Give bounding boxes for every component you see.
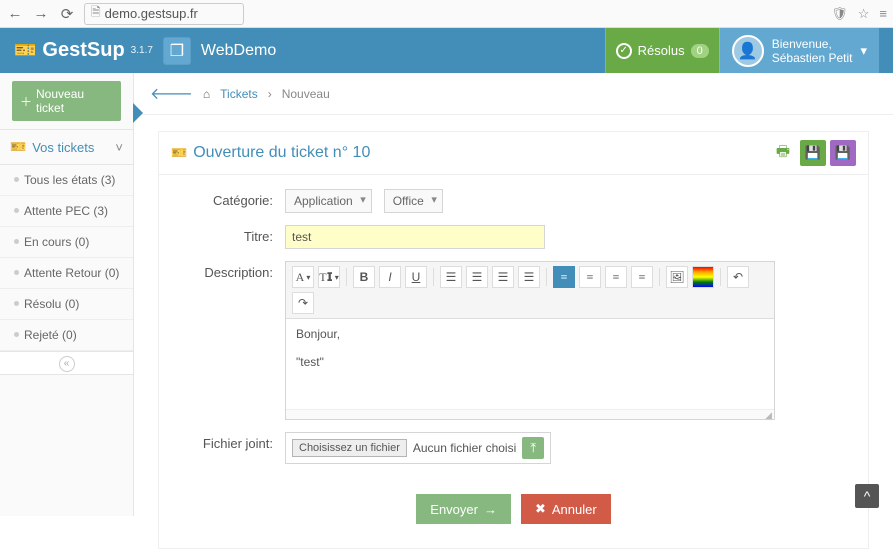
breadcrumb-current: Nouveau xyxy=(282,87,330,101)
navbar: 🎫 GestSup 3.1.7 ❒ WebDemo ✓ Résolus 0 👤 … xyxy=(0,28,893,73)
resolved-button[interactable]: ✓ Résolus 0 xyxy=(605,28,719,73)
app-name: GestSup xyxy=(42,39,124,62)
avatar: 👤 xyxy=(732,35,764,67)
welcome-text: Bienvenue, xyxy=(772,37,853,51)
outdent-button[interactable]: ☰ xyxy=(492,266,514,288)
menu-icon[interactable]: ≡ xyxy=(879,6,887,22)
align-left-button[interactable]: ≡ xyxy=(553,266,575,288)
breadcrumb-sep: › xyxy=(268,87,272,101)
bold-button[interactable]: B xyxy=(353,266,375,288)
breadcrumb: 🡐 ⌂ Tickets › Nouveau xyxy=(134,73,893,115)
back-arrow-icon[interactable]: 🡐 xyxy=(150,83,193,104)
ticket-panel: 🎫 Ouverture du ticket n° 10 🖶 💾 💾 Catégo… xyxy=(158,131,869,549)
color-button[interactable] xyxy=(692,266,714,288)
sidebar-item[interactable]: Attente Retour (0) xyxy=(0,258,133,289)
editor-line: Bonjour, xyxy=(296,327,764,341)
shield-icon[interactable]: 🛡 xyxy=(831,6,848,22)
scroll-top-button[interactable]: ^ xyxy=(855,484,879,508)
underline-button[interactable]: U xyxy=(405,266,427,288)
save-alt-button[interactable]: 💾 xyxy=(830,140,856,166)
description-label: Description: xyxy=(181,261,273,280)
align-justify-button[interactable]: ≡ xyxy=(631,266,653,288)
breadcrumb-tickets[interactable]: Tickets xyxy=(220,87,258,101)
align-center-button[interactable]: ≡ xyxy=(579,266,601,288)
chevron-down-icon: ▾ xyxy=(860,43,867,59)
chevron-down-icon: ˅ xyxy=(115,140,123,155)
resolved-label: Résolus xyxy=(638,43,685,58)
ticket-icon: 🎫 xyxy=(14,40,36,61)
reload-icon[interactable]: ⟳ xyxy=(58,5,76,23)
close-icon: ✖ xyxy=(535,501,546,517)
file-label: Fichier joint: xyxy=(181,432,273,451)
panel-title: Ouverture du ticket n° 10 xyxy=(193,144,370,162)
sidebar-item[interactable]: En cours (0) xyxy=(0,227,133,258)
check-circle-icon: ✓ xyxy=(616,43,632,59)
sidebar-item[interactable]: Attente PEC (3) xyxy=(0,196,133,227)
list-number-button[interactable]: ☰ xyxy=(466,266,488,288)
cube-icon[interactable]: ❒ xyxy=(163,37,191,65)
sidebar: ＋ Nouveau ticket 🎫 Vos tickets ˅ Tous le… xyxy=(0,73,134,516)
browser-chrome: ← → ⟳ 🗎 demo.gestsup.fr 🛡 ☆ ≡ xyxy=(0,0,893,28)
choose-file-button[interactable]: Choisissez un fichier xyxy=(292,439,407,457)
new-ticket-button[interactable]: ＋ Nouveau ticket xyxy=(12,81,121,121)
your-tickets-label: Vos tickets xyxy=(32,140,94,155)
demo-label: WebDemo xyxy=(201,42,276,60)
sidebar-your-tickets[interactable]: 🎫 Vos tickets ˅ xyxy=(0,129,133,165)
sidebar-active-arrow xyxy=(133,103,143,123)
resolved-count: 0 xyxy=(691,44,709,58)
rich-editor: A T𝗜 B I U ☰ ☰ ☰ ☰ ≡ xyxy=(285,261,775,420)
brand[interactable]: 🎫 GestSup 3.1.7 xyxy=(14,39,153,62)
sidebar-item[interactable]: Résolu (0) xyxy=(0,289,133,320)
ticket-icon: 🎫 xyxy=(10,139,26,155)
font-size-button[interactable]: T𝗜 xyxy=(318,266,340,288)
save-button[interactable]: 💾 xyxy=(800,140,826,166)
title-label: Titre: xyxy=(181,225,273,244)
title-input[interactable] xyxy=(285,225,545,249)
forward-icon[interactable]: → xyxy=(32,5,50,22)
redo-button[interactable]: ↷ xyxy=(292,292,314,314)
indent-button[interactable]: ☰ xyxy=(518,266,540,288)
font-family-button[interactable]: A xyxy=(292,266,314,288)
url-text: demo.gestsup.fr xyxy=(105,6,198,21)
new-ticket-label: Nouveau ticket xyxy=(36,87,113,115)
no-file-text: Aucun fichier choisi xyxy=(413,441,516,455)
page-icon: 🗎 xyxy=(91,3,101,24)
image-button[interactable]: 🖼 xyxy=(666,266,688,288)
plus-icon: ＋ xyxy=(20,93,32,110)
back-icon[interactable]: ← xyxy=(6,5,24,22)
resize-handle[interactable]: ◢ xyxy=(286,409,774,419)
italic-button[interactable]: I xyxy=(379,266,401,288)
url-bar[interactable]: 🗎 demo.gestsup.fr xyxy=(84,3,244,25)
category-select[interactable]: Application xyxy=(285,189,372,213)
panel-header: 🎫 Ouverture du ticket n° 10 🖶 💾 💾 xyxy=(159,132,868,175)
username: Sébastien Petit xyxy=(772,51,853,65)
collapse-sidebar[interactable]: « xyxy=(0,351,133,375)
editor-body[interactable]: Bonjour, "test" xyxy=(286,319,774,409)
home-icon[interactable]: ⌂ xyxy=(203,87,210,101)
arrow-right-icon: → xyxy=(484,502,497,517)
send-label: Envoyer xyxy=(430,502,478,517)
align-right-button[interactable]: ≡ xyxy=(605,266,627,288)
editor-toolbar: A T𝗜 B I U ☰ ☰ ☰ ☰ ≡ xyxy=(286,262,774,319)
upload-button[interactable]: ⤒ xyxy=(522,437,544,459)
undo-button[interactable]: ↶ xyxy=(727,266,749,288)
list-bullet-button[interactable]: ☰ xyxy=(440,266,462,288)
sidebar-item[interactable]: Tous les états (3) xyxy=(0,165,133,196)
file-input-wrap: Choisissez un fichier Aucun fichier choi… xyxy=(285,432,551,464)
app-version: 3.1.7 xyxy=(131,45,153,56)
ticket-icon: 🎫 xyxy=(171,145,187,161)
user-menu[interactable]: 👤 Bienvenue, Sébastien Petit ▾ xyxy=(719,28,879,73)
main-content: 🡐 ⌂ Tickets › Nouveau 🎫 Ouverture du tic… xyxy=(134,73,893,516)
star-icon[interactable]: ☆ xyxy=(858,6,870,22)
send-button[interactable]: Envoyer → xyxy=(416,494,511,524)
cancel-label: Annuler xyxy=(552,502,597,517)
cancel-button[interactable]: ✖ Annuler xyxy=(521,494,611,524)
print-button[interactable]: 🖶 xyxy=(770,140,796,166)
editor-line: "test" xyxy=(296,355,764,369)
category-label: Catégorie: xyxy=(181,189,273,208)
sidebar-item[interactable]: Rejeté (0) xyxy=(0,320,133,351)
subcategory-select[interactable]: Office xyxy=(384,189,443,213)
